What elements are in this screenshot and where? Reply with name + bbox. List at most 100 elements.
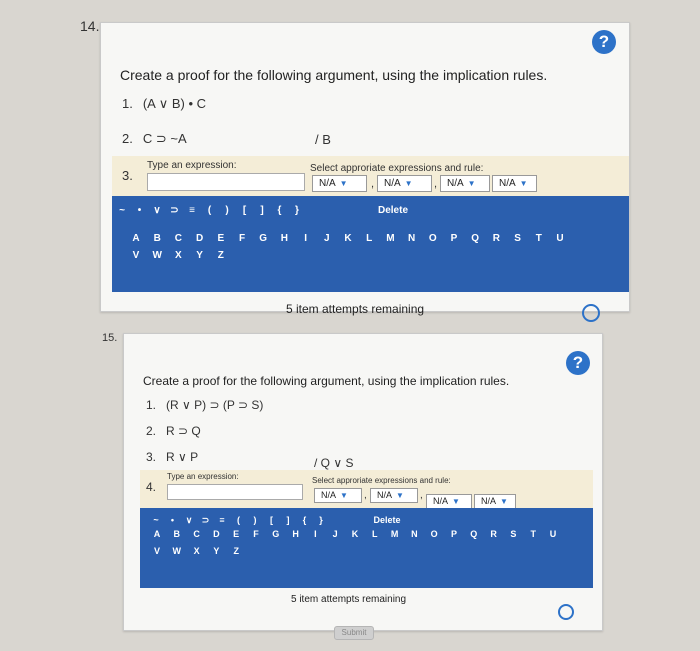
symbol-key[interactable]: { <box>299 515 311 525</box>
symbol-key[interactable]: [ <box>266 515 278 525</box>
symbol-key[interactable]: H <box>278 233 290 244</box>
symbol-key[interactable]: D <box>210 529 222 539</box>
symbol-key[interactable]: ⊃ <box>169 205 181 216</box>
symbol-key[interactable]: E <box>215 233 227 244</box>
symbol-key[interactable]: ( <box>204 205 216 216</box>
question-15-number: 15. <box>102 332 118 344</box>
symbol-key[interactable]: ∨ <box>183 515 195 526</box>
symbol-key[interactable]: Q <box>469 233 481 244</box>
symbol-key[interactable]: ≡ <box>186 205 198 216</box>
symbol-key[interactable]: ] <box>282 515 294 525</box>
symbol-key[interactable]: T <box>527 529 539 539</box>
symbol-key[interactable]: • <box>167 515 179 525</box>
symbol-key[interactable]: Q <box>468 529 480 539</box>
expression-select-3[interactable]: N/A ▼ <box>440 175 490 192</box>
symbol-key[interactable]: ∨ <box>151 205 163 216</box>
symbol-key[interactable]: P <box>448 233 460 244</box>
symbol-key[interactable]: E <box>230 529 242 539</box>
symbol-key[interactable]: } <box>315 515 327 525</box>
symbol-key[interactable]: Y <box>210 546 222 556</box>
symbol-key[interactable]: U <box>547 529 559 539</box>
symbol-key[interactable]: Z <box>215 250 227 261</box>
symbol-key[interactable]: R <box>488 529 500 539</box>
symbol-key[interactable]: } <box>291 205 303 216</box>
symbol-key[interactable]: M <box>389 529 401 539</box>
delete-button[interactable]: Delete <box>367 515 407 525</box>
symbol-key[interactable]: G <box>257 233 269 244</box>
symbol-key[interactable]: K <box>342 233 354 244</box>
line-number: 1. <box>146 398 157 412</box>
symbol-key[interactable]: L <box>369 529 381 539</box>
symbol-key[interactable]: N <box>406 233 418 244</box>
comma: , <box>364 490 367 501</box>
symbol-key[interactable]: O <box>428 529 440 539</box>
chevron-down-icon: ▼ <box>396 491 404 500</box>
symbol-key[interactable]: C <box>191 529 203 539</box>
symbol-key[interactable]: [ <box>239 205 251 216</box>
help-icon[interactable]: ? <box>566 351 590 375</box>
symbol-key[interactable]: ≡ <box>216 515 228 525</box>
symbol-key[interactable]: I <box>300 233 312 244</box>
delete-button[interactable]: Delete <box>373 205 413 216</box>
symbol-key[interactable]: I <box>309 529 321 539</box>
symbol-key[interactable]: V <box>130 250 142 261</box>
symbol-key[interactable]: S <box>507 529 519 539</box>
comma: , <box>434 178 438 190</box>
symbol-key[interactable]: J <box>321 233 333 244</box>
symbol-key[interactable]: V <box>151 546 163 556</box>
expression-select-3[interactable]: N/A ▼ <box>426 494 472 509</box>
symbol-key[interactable]: O <box>427 233 439 244</box>
symbol-key[interactable]: U <box>554 233 566 244</box>
symbol-key[interactable]: ⊃ <box>200 515 212 526</box>
symbol-key[interactable]: W <box>151 250 163 261</box>
line-number: 2. <box>146 424 157 438</box>
expression-input[interactable] <box>167 484 303 500</box>
symbol-key[interactable]: ) <box>249 515 261 525</box>
symbol-key[interactable]: X <box>172 250 184 261</box>
symbol-key[interactable]: G <box>270 529 282 539</box>
symbol-key[interactable]: P <box>448 529 460 539</box>
symbol-key[interactable]: X <box>191 546 203 556</box>
expression-select-2[interactable]: N/A ▼ <box>370 488 418 503</box>
symbol-key[interactable]: ~ <box>116 205 128 216</box>
symbol-key[interactable]: F <box>250 529 262 539</box>
symbol-key[interactable]: Z <box>230 546 242 556</box>
symbol-key[interactable]: J <box>329 529 341 539</box>
line-expression: C ⊃ ~A <box>142 131 187 146</box>
symbol-key[interactable]: L <box>363 233 375 244</box>
symbol-key[interactable]: C <box>172 233 184 244</box>
help-icon[interactable]: ? <box>592 30 616 54</box>
chevron-down-icon: ▼ <box>339 179 348 188</box>
symbol-key[interactable]: ] <box>256 205 268 216</box>
symbol-key[interactable]: W <box>171 546 183 556</box>
expression-select-1[interactable]: N/A ▼ <box>312 175 367 192</box>
symbol-key[interactable]: T <box>533 233 545 244</box>
symbol-key[interactable]: H <box>290 529 302 539</box>
expression-select-1[interactable]: N/A ▼ <box>314 488 362 503</box>
submit-button[interactable]: Submit <box>334 626 374 640</box>
symbol-key[interactable]: D <box>194 233 206 244</box>
symbol-key[interactable]: B <box>151 233 163 244</box>
expression-select-2[interactable]: N/A ▼ <box>377 175 432 192</box>
line-expression: R ∨ P <box>166 450 199 464</box>
symbol-key[interactable]: A <box>130 233 142 244</box>
expression-input[interactable] <box>147 173 305 191</box>
symbol-key[interactable]: M <box>384 233 396 244</box>
symbol-key[interactable]: S <box>512 233 524 244</box>
attempts-remaining: 5 item attempts remaining <box>291 594 407 605</box>
rule-select[interactable]: N/A ▼ <box>474 494 516 509</box>
symbol-key[interactable]: K <box>349 529 361 539</box>
symbol-key[interactable]: Y <box>194 250 206 261</box>
symbol-key[interactable]: ) <box>221 205 233 216</box>
symbol-key[interactable]: { <box>274 205 286 216</box>
symbol-key[interactable]: ~ <box>150 515 162 525</box>
symbol-key[interactable]: B <box>171 529 183 539</box>
proof-line-1: 1. (R ∨ P) ⊃ (P ⊃ S) <box>146 398 263 412</box>
symbol-key[interactable]: N <box>408 529 420 539</box>
symbol-key[interactable]: F <box>236 233 248 244</box>
symbol-key[interactable]: R <box>490 233 502 244</box>
symbol-key[interactable]: • <box>134 205 146 216</box>
symbol-key[interactable]: A <box>151 529 163 539</box>
symbol-key[interactable]: ( <box>233 515 245 525</box>
rule-select[interactable]: N/A ▼ <box>492 175 537 192</box>
